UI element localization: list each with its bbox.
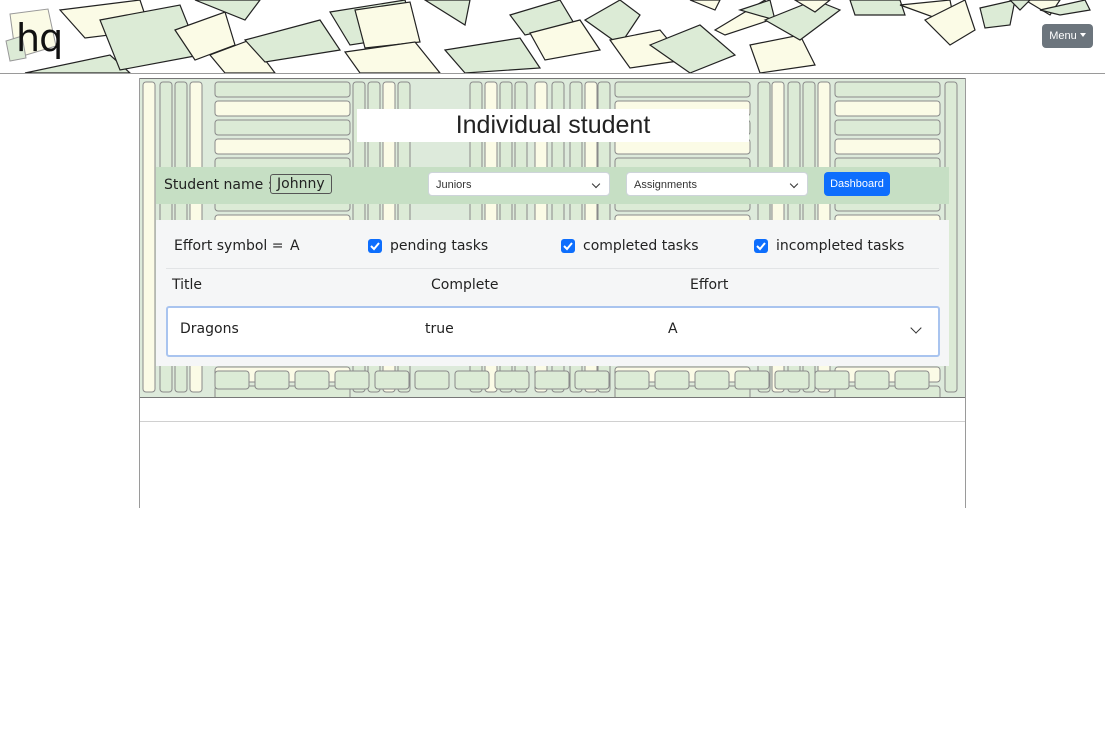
caret-down-icon xyxy=(1079,33,1086,37)
view-select-value: Assignments xyxy=(634,179,697,191)
check-icon xyxy=(370,242,380,251)
completed-tasks-label[interactable]: completed tasks xyxy=(583,237,699,255)
column-header-title: Title xyxy=(172,277,203,293)
menu-button[interactable]: Menu xyxy=(1042,24,1093,48)
header-banner: hq Menu xyxy=(0,0,1105,73)
header-divider xyxy=(0,73,1105,74)
page-title: Individual student xyxy=(357,109,749,142)
group-select-value: Juniors xyxy=(436,179,472,191)
logo[interactable]: hq xyxy=(4,6,63,62)
task-effort: A xyxy=(668,321,678,337)
tasks-panel: Effort symbol = A pending tasks complete… xyxy=(156,220,949,366)
chevron-down-icon[interactable] xyxy=(910,322,922,334)
column-header-effort: Effort xyxy=(690,277,729,293)
filter-bar: Effort symbol = A pending tasks complete… xyxy=(156,220,949,268)
effort-symbol-value: A xyxy=(290,238,300,254)
task-complete: true xyxy=(425,321,454,337)
group-select[interactable]: Juniors xyxy=(428,172,610,196)
pending-tasks-checkbox[interactable] xyxy=(368,239,382,253)
menu-button-label: Menu xyxy=(1049,30,1077,42)
task-title: Dragons xyxy=(180,321,239,337)
incompleted-tasks-checkbox[interactable] xyxy=(754,239,768,253)
chevron-down-icon xyxy=(789,179,799,189)
incompleted-tasks-label[interactable]: incompleted tasks xyxy=(776,237,904,255)
filter-divider xyxy=(166,268,939,269)
bookshelf-background: Individual student Student name : Johnny… xyxy=(140,78,965,398)
check-icon xyxy=(756,242,766,251)
check-icon xyxy=(563,242,573,251)
completed-tasks-checkbox[interactable] xyxy=(561,239,575,253)
dashboard-button[interactable]: Dashboard xyxy=(824,172,890,196)
chevron-down-icon xyxy=(591,179,601,189)
pending-tasks-label[interactable]: pending tasks xyxy=(390,237,488,255)
section-divider xyxy=(140,421,965,422)
task-row[interactable]: Dragons true A xyxy=(166,306,940,357)
student-name-label: Student name : xyxy=(164,177,273,193)
view-select[interactable]: Assignments xyxy=(626,172,808,196)
flying-papers-decoration xyxy=(24,0,1091,73)
control-bar: Student name : Johnny Juniors Assignment… xyxy=(156,167,949,204)
column-header-complete: Complete xyxy=(431,277,499,293)
logo-text: hq xyxy=(16,16,63,60)
main-frame: Individual student Student name : Johnny… xyxy=(139,78,966,508)
effort-symbol-label: Effort symbol = xyxy=(174,238,284,254)
student-name-badge: Johnny xyxy=(270,174,332,194)
